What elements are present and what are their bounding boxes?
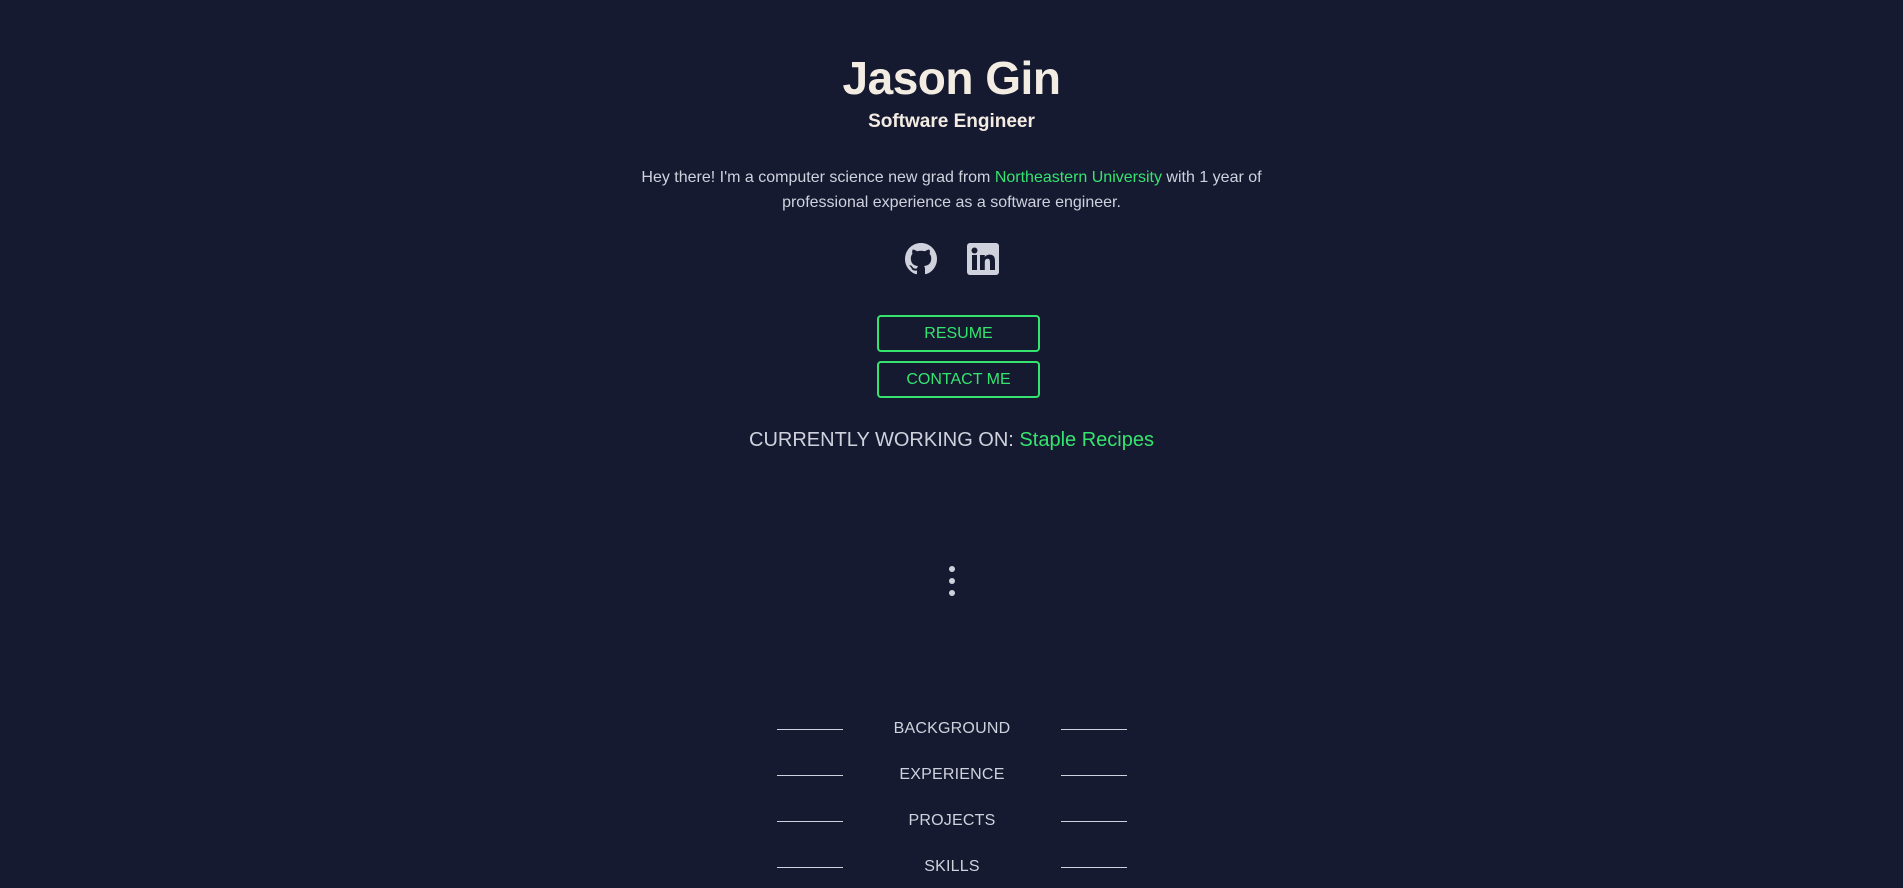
dot bbox=[949, 566, 955, 572]
divider-left bbox=[777, 728, 843, 730]
more-vertical-icon[interactable] bbox=[945, 564, 959, 598]
linkedin-icon[interactable] bbox=[966, 243, 999, 275]
github-icon[interactable] bbox=[904, 243, 937, 275]
subtitle-role: Software Engineer bbox=[868, 111, 1035, 132]
currently-working-on: CURRENTLY WORKING ON: Staple Recipes bbox=[0, 427, 1903, 453]
nav-item-projects[interactable]: PROJECTS bbox=[777, 809, 1127, 833]
resume-button[interactable]: RESUME bbox=[877, 315, 1040, 352]
nav-item-background[interactable]: BACKGROUND bbox=[777, 717, 1127, 741]
intro-text-before: Hey there! I'm a computer science new gr… bbox=[641, 169, 995, 186]
page: Jason Gin Software Engineer Hey there! I… bbox=[0, 0, 1903, 888]
intro-paragraph: Hey there! I'm a computer science new gr… bbox=[631, 165, 1272, 215]
page-title: Jason Gin bbox=[842, 52, 1061, 104]
divider-right bbox=[1061, 774, 1127, 776]
divider-left bbox=[777, 866, 843, 868]
nav-item-skills[interactable]: SKILLS bbox=[777, 855, 1127, 879]
divider-right bbox=[1061, 866, 1127, 868]
nav-label-skills[interactable]: SKILLS bbox=[843, 858, 1061, 876]
currently-working-label: CURRENTLY WORKING ON: bbox=[749, 429, 1020, 451]
dot bbox=[949, 578, 955, 584]
nav-label-background[interactable]: BACKGROUND bbox=[843, 720, 1061, 738]
dot bbox=[949, 590, 955, 596]
divider-right bbox=[1061, 820, 1127, 822]
nav-item-experience[interactable]: EXPERIENCE bbox=[777, 763, 1127, 787]
divider-left bbox=[777, 820, 843, 822]
divider-left bbox=[777, 774, 843, 776]
nav-label-experience[interactable]: EXPERIENCE bbox=[843, 766, 1061, 784]
staple-recipes-link[interactable]: Staple Recipes bbox=[1019, 429, 1154, 451]
social-links bbox=[0, 243, 1903, 275]
nav-label-projects[interactable]: PROJECTS bbox=[843, 812, 1061, 830]
contact-me-button[interactable]: CONTACT ME bbox=[877, 361, 1040, 398]
northeastern-link[interactable]: Northeastern University bbox=[995, 169, 1162, 186]
divider-right bbox=[1061, 728, 1127, 730]
